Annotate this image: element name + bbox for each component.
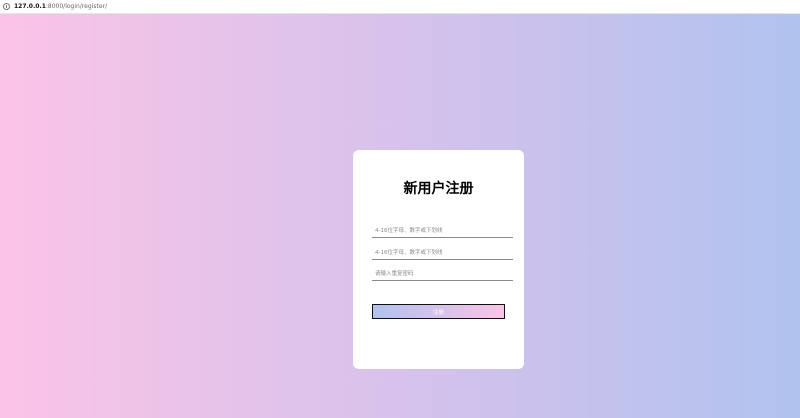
url-host: 127.0.0.1 [14, 3, 46, 10]
confirm-password-input[interactable] [372, 267, 513, 281]
url-path: :8000/login/register/ [45, 3, 108, 10]
info-icon[interactable] [3, 3, 10, 10]
register-button[interactable]: 注册 [372, 304, 505, 319]
url-text[interactable]: 127.0.0.1:8000/login/register/ [14, 3, 107, 10]
browser-address-bar[interactable]: 127.0.0.1:8000/login/register/ [0, 0, 800, 14]
page-title: 新用户注册 [403, 181, 474, 197]
password-input[interactable] [372, 246, 513, 260]
register-card: 新用户注册 注册 [353, 150, 524, 369]
page-background: 新用户注册 注册 [0, 14, 800, 418]
username-input[interactable] [372, 224, 513, 238]
